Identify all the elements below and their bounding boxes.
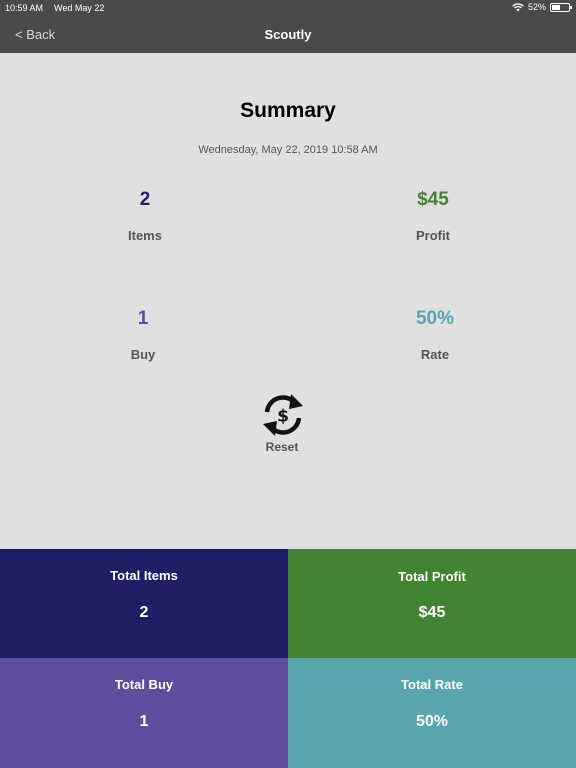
stat-profit-value: $45 [417, 189, 449, 210]
total-profit-value: $45 [418, 604, 446, 621]
stat-items-value: 2 [139, 189, 151, 210]
total-buy-label: Total Buy [114, 677, 174, 692]
status-right: 52% [512, 2, 572, 12]
stat-profit-label: Profit [416, 228, 450, 243]
battery-icon [550, 2, 572, 12]
summary-datetime: Wednesday, May 22, 2019 10:58 AM [198, 144, 378, 156]
total-items-tile: Total Items 2 [0, 549, 288, 658]
page-title: Summary [240, 99, 336, 122]
navigation-bar: < Back Scoutly [0, 18, 576, 53]
wifi-icon [512, 2, 524, 11]
status-bar: 10:59 AM Wed May 22 52% [0, 0, 576, 18]
stat-buy-label: Buy [130, 347, 156, 362]
nav-title: Scoutly [264, 27, 312, 42]
status-date: Wed May 22 [54, 3, 105, 13]
stat-buy-value: 1 [137, 308, 149, 329]
battery-percent: 52% [527, 2, 546, 12]
total-rate-tile: Total Rate 50% [288, 658, 576, 768]
refresh-dollar-icon: $ [263, 394, 303, 436]
stat-profit: $45 Profit [373, 189, 493, 243]
stat-items-label: Items [128, 228, 162, 243]
stat-rate-value: 50% [415, 308, 455, 329]
reset-button[interactable]: $ Reset [243, 391, 323, 454]
stat-buy: 1 Buy [83, 308, 203, 362]
total-buy-value: 1 [139, 713, 149, 730]
total-profit-tile: Total Profit $45 [288, 549, 576, 658]
battery-fill [552, 4, 561, 10]
stat-rate: 50% Rate [375, 308, 495, 362]
app-screen: 10:59 AM Wed May 22 52% < Back Scoutly S… [0, 0, 576, 768]
status-time: 10:59 AM [5, 3, 44, 13]
total-profit-label: Total Profit [398, 569, 466, 584]
total-buy-tile: Total Buy 1 [0, 658, 288, 768]
total-items-label: Total Items [110, 568, 178, 583]
total-items-value: 2 [139, 604, 149, 621]
stat-items: 2 Items [85, 189, 205, 243]
svg-text:$: $ [277, 407, 289, 427]
total-rate-label: Total Rate [401, 677, 463, 692]
total-rate-value: 50% [415, 713, 449, 730]
reset-label: Reset [265, 440, 299, 454]
stat-rate-label: Rate [420, 347, 450, 362]
